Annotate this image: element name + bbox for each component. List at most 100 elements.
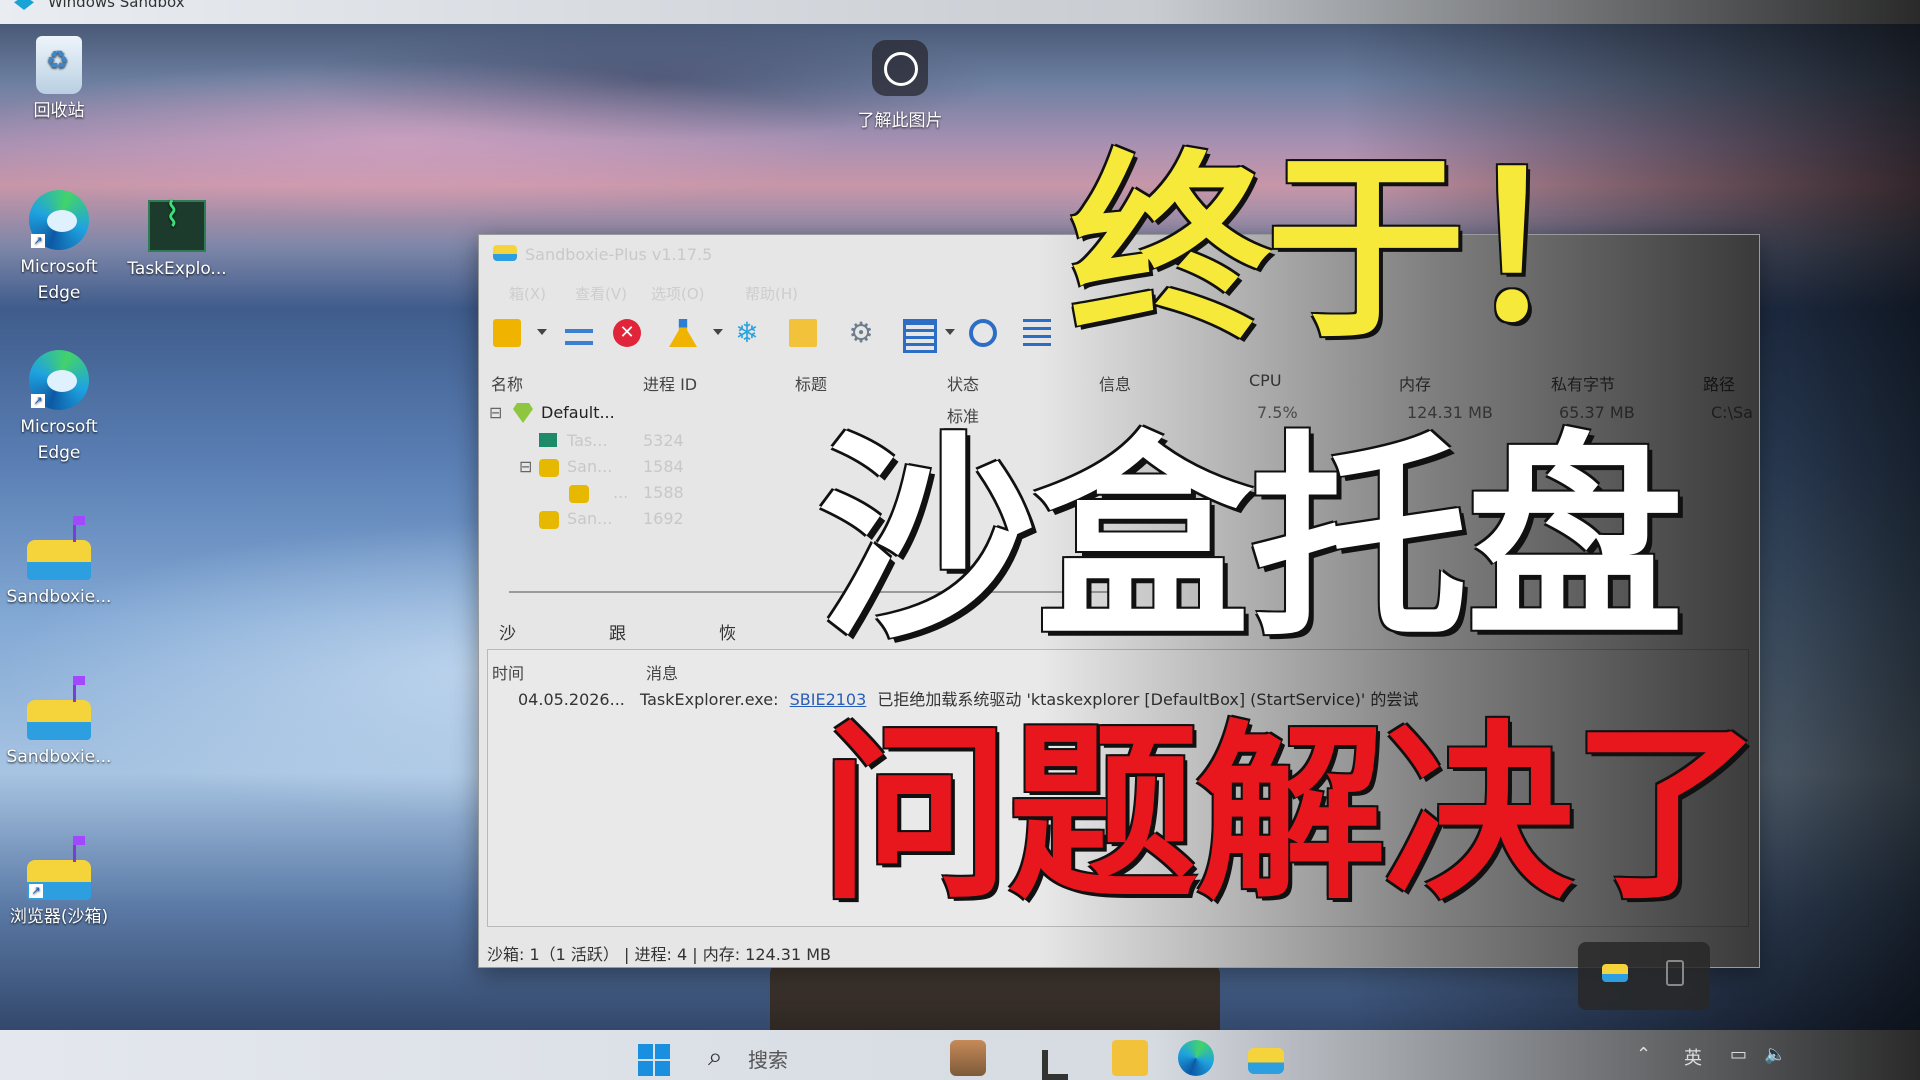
document-icon[interactable] — [903, 319, 937, 353]
menu-options[interactable]: 选项(O) — [651, 283, 705, 304]
column-cpu[interactable]: CPU — [1249, 371, 1282, 390]
edge-icon: ↗ — [29, 190, 89, 250]
desktop-icon-label: 回收站 — [33, 101, 85, 121]
window-title: Windows Sandbox — [48, 0, 185, 11]
desktop-icon-recycle-bin[interactable]: 回收站 — [4, 36, 114, 124]
dropdown-caret-icon[interactable] — [537, 329, 547, 335]
sandboxie-process-icon — [539, 459, 559, 477]
wallpaper-cloud — [0, 60, 850, 220]
status-bar: 沙箱: 1（1 活跃） | 进程: 4 | 内存: 124.31 MB — [487, 945, 832, 964]
details-list-icon[interactable] — [1023, 319, 1051, 347]
cleanup-icon[interactable] — [669, 319, 697, 347]
process-name: ... — [613, 483, 629, 502]
process-name: San... — [567, 509, 613, 528]
process-name: San... — [567, 457, 613, 476]
sandboxie-icon: ↗ — [27, 836, 91, 900]
learn-label: 了解此图片 — [857, 111, 943, 131]
taskbar: ⌕ 搜索 ⌃ 英 ▭ 🔈 — [0, 1030, 1920, 1080]
search-icon[interactable]: ⌕ — [708, 1042, 723, 1073]
shortcut-arrow-icon: ↗ — [31, 234, 45, 248]
desktop-icon-sandboxie[interactable]: Sandboxie... — [4, 516, 114, 610]
process-pid: 1692 — [643, 509, 684, 528]
widgets-icon[interactable] — [950, 1040, 986, 1076]
settings-gear-icon[interactable]: ⚙ — [847, 319, 875, 347]
collapse-icon[interactable]: ⊟ — [519, 457, 532, 476]
log-time: 04.05.2026... — [518, 690, 625, 709]
desktop-icon-edge[interactable]: ↗ Microsoft Edge — [4, 350, 114, 466]
sandboxie-process-icon — [539, 511, 559, 529]
headline-line3: 问题解决了 — [820, 704, 1762, 925]
sandboxie-tray-icon[interactable] — [1602, 964, 1628, 982]
desktop-icon-edge[interactable]: ↗ Microsoft Edge — [4, 190, 114, 306]
process-pid: 1584 — [643, 457, 684, 476]
column-info[interactable]: 信息 — [1099, 371, 1131, 395]
column-pid[interactable]: 进程 ID — [643, 371, 697, 395]
tray-chevron-icon[interactable]: ⌃ — [1636, 1044, 1651, 1065]
process-name: Tas... — [567, 431, 608, 450]
collapse-icon[interactable]: ⊟ — [489, 403, 502, 422]
terminate-all-icon[interactable]: ✕ — [613, 319, 641, 347]
dropdown-caret-icon[interactable] — [945, 329, 955, 335]
recycle-bin-icon — [36, 36, 82, 94]
start-button-windows-icon[interactable] — [638, 1044, 670, 1076]
desktop-icon-label: Sandboxie... — [6, 747, 112, 767]
log-prefix: TaskExplorer.exe: — [639, 690, 779, 709]
input-language[interactable]: 英 — [1684, 1044, 1702, 1070]
menu-view[interactable]: 查看(V) — [575, 283, 627, 304]
learn-about-picture[interactable]: 了解此图片 — [845, 40, 955, 131]
list-view-icon[interactable] — [565, 329, 593, 345]
task-explorer-icon — [148, 200, 206, 252]
menu-help[interactable]: 帮助(H) — [745, 283, 798, 304]
shortcut-arrow-icon: ↗ — [29, 884, 43, 898]
sandboxie-logo-icon — [493, 245, 517, 261]
freeze-icon[interactable]: ❄ — [733, 319, 761, 347]
windows-sandbox-icon — [14, 0, 34, 10]
column-title[interactable]: 标题 — [795, 371, 827, 395]
desktop-icon-task-explorer[interactable]: TaskExplo... — [122, 200, 232, 282]
new-box-icon[interactable] — [493, 319, 521, 347]
sandboxie-icon — [27, 676, 91, 740]
column-path[interactable]: 路径 — [1703, 371, 1735, 395]
desktop-icon-label: Sandboxie... — [6, 587, 112, 607]
sandboxie-process-icon — [569, 485, 589, 503]
box-name: Default... — [541, 403, 615, 422]
headline-line2: 沙盒托盘 — [818, 414, 1684, 667]
task-view-icon[interactable] — [1042, 1050, 1068, 1080]
camera-icon — [872, 40, 928, 96]
shortcut-arrow-icon: ↗ — [31, 394, 45, 408]
log-column-time[interactable]: 时间 — [492, 660, 524, 684]
folder-icon[interactable] — [789, 319, 817, 347]
column-name[interactable]: 名称 — [491, 371, 523, 395]
edge-icon: ↗ — [29, 350, 89, 410]
dropdown-caret-icon[interactable] — [713, 329, 723, 335]
column-private-bytes[interactable]: 私有字节 — [1551, 371, 1615, 395]
desktop-icon-label: Microsoft Edge — [20, 257, 98, 303]
sandbox-window-titlebar[interactable]: Windows Sandbox — [0, 0, 1920, 24]
desktop-icon-label: Microsoft Edge — [20, 417, 98, 463]
sandbox-gem-icon — [513, 403, 533, 423]
file-explorer-icon[interactable] — [1112, 1040, 1148, 1076]
network-icon[interactable]: ▭ — [1730, 1044, 1747, 1065]
log-column-message[interactable]: 消息 — [646, 660, 678, 684]
task-explorer-icon — [539, 433, 557, 447]
monitor-icon[interactable] — [969, 319, 997, 347]
sandboxie-icon — [27, 516, 91, 580]
sandboxie-taskbar-icon[interactable] — [1248, 1048, 1284, 1074]
column-status[interactable]: 状态 — [947, 371, 979, 395]
column-memory[interactable]: 内存 — [1399, 371, 1431, 395]
desktop-icon-label: TaskExplo... — [127, 259, 227, 279]
desktop-icon-browser-sandboxed[interactable]: ↗ 浏览器(沙箱) — [4, 836, 114, 930]
box-path: C:\Sa — [1711, 403, 1753, 422]
usb-tray-icon[interactable] — [1666, 960, 1684, 986]
desktop-icon-sandboxie[interactable]: Sandboxie... — [4, 676, 114, 770]
tray-overflow-popup — [1578, 942, 1710, 1010]
menu-box[interactable]: 箱(X) — [509, 283, 546, 304]
headline-line1: 终于！ — [1070, 133, 1662, 366]
taskbar-search[interactable]: 搜索 — [748, 1044, 788, 1073]
edge-icon[interactable] — [1178, 1040, 1214, 1076]
volume-icon[interactable]: 🔈 — [1764, 1044, 1786, 1065]
process-pid: 5324 — [643, 431, 684, 450]
app-title: Sandboxie-Plus v1.17.5 — [525, 245, 713, 264]
desktop-icon-label: 浏览器(沙箱) — [9, 907, 109, 927]
process-pid: 1588 — [643, 483, 684, 502]
